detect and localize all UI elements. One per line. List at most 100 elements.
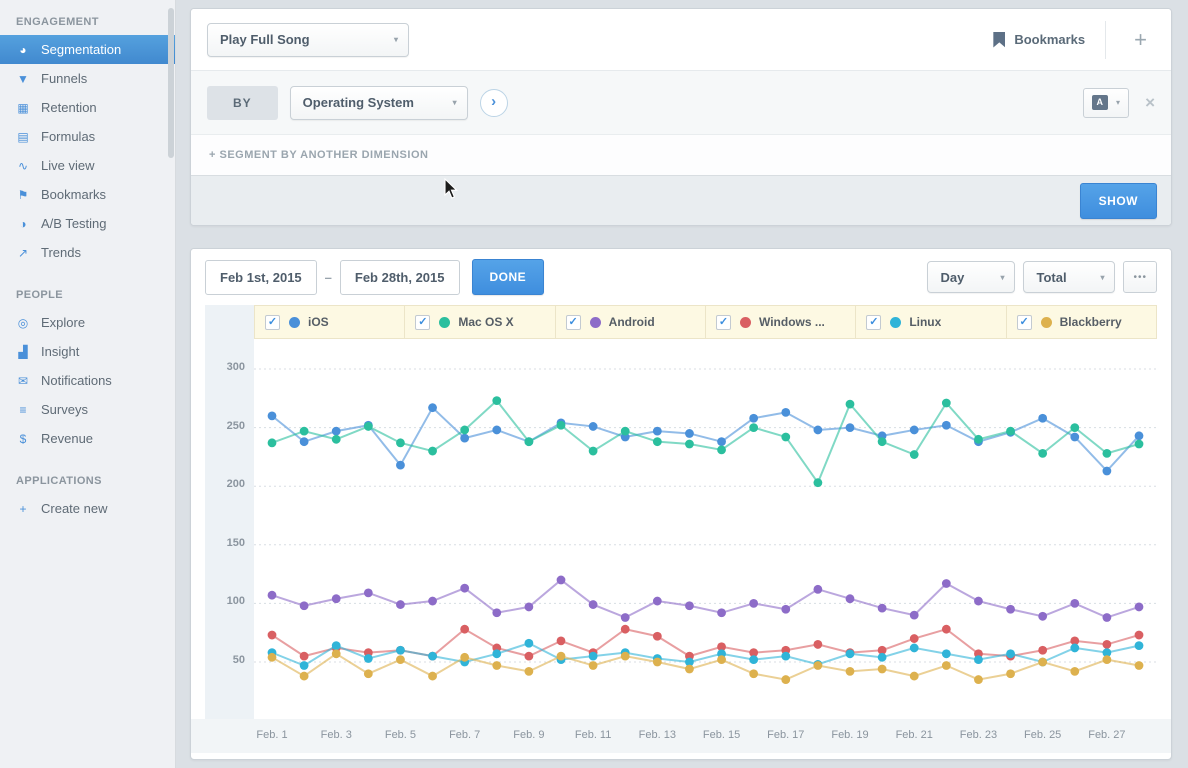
sidebar-item-formulas[interactable]: ▤ Formulas	[0, 122, 175, 151]
x-axis-label: Feb. 23	[960, 729, 997, 741]
y-axis-label: 300	[227, 361, 245, 373]
chevron-down-icon: ▾	[1000, 273, 1004, 282]
x-axis-label: Feb. 1	[256, 729, 287, 741]
sidebar-item-surveys[interactable]: ≡ Surveys	[0, 395, 175, 424]
by-label: BY	[207, 86, 278, 120]
ab-test-icon: ◑	[14, 217, 32, 231]
add-report-button[interactable]: +	[1126, 27, 1155, 53]
series-label: Linux	[909, 315, 941, 329]
dimension-selector-value: Operating System	[303, 95, 414, 110]
chart-legend: ✓ iOS ✓ Mac OS X ✓ Android ✓ Win	[254, 305, 1157, 339]
sidebar-item-trends[interactable]: ↗ Trends	[0, 238, 175, 267]
x-axis-label: Feb. 9	[513, 729, 544, 741]
sidebar-item-notifications[interactable]: ✉ Notifications	[0, 366, 175, 395]
trends-icon: ↗	[14, 246, 32, 260]
x-axis-label: Feb. 11	[575, 729, 612, 741]
legend-item-windows[interactable]: ✓ Windows ...	[705, 306, 855, 338]
legend-checkbox[interactable]: ✓	[415, 315, 430, 330]
legend-checkbox[interactable]: ✓	[716, 315, 731, 330]
chevron-down-icon: ▾	[394, 35, 398, 44]
segment-row: BY Operating System ▾ › A ▾ ×	[191, 71, 1171, 135]
sidebar-item-label: Live view	[41, 158, 94, 173]
x-axis-label: Feb. 25	[1024, 729, 1061, 741]
series-label: Mac OS X	[458, 315, 513, 329]
sidebar-item-revenue[interactable]: $ Revenue	[0, 424, 175, 453]
pie-chart-icon: ◕	[14, 43, 32, 57]
list-icon: ≡	[14, 403, 32, 417]
more-options-button[interactable]: •••	[1123, 261, 1157, 293]
bookmarks-button[interactable]: Bookmarks	[993, 32, 1085, 48]
sidebar-item-insight[interactable]: ▟ Insight	[0, 337, 175, 366]
aggregation-selector-value: Total	[1036, 270, 1066, 285]
chart-panel: Feb 1st, 2015 – Feb 28th, 2015 DONE Day …	[190, 248, 1172, 760]
sidebar-section-people: PEOPLE ◎ Explore ▟ Insight ✉ Notificatio…	[0, 283, 175, 453]
legend-item-ios[interactable]: ✓ iOS	[255, 306, 404, 338]
sidebar-item-label: Revenue	[41, 431, 93, 446]
x-axis: Feb. 1Feb. 3Feb. 5Feb. 7Feb. 9Feb. 11Feb…	[191, 719, 1171, 753]
sidebar-item-ab-testing[interactable]: ◑ A/B Testing	[0, 209, 175, 238]
dimension-selector[interactable]: Operating System ▾	[290, 86, 468, 120]
legend-item-android[interactable]: ✓ Android	[555, 306, 705, 338]
y-axis-label: 100	[227, 595, 245, 607]
y-axis: 50100150200250300	[205, 305, 254, 719]
series-color-dot	[740, 317, 751, 328]
event-selector-value: Play Full Song	[220, 32, 310, 47]
done-button[interactable]: DONE	[472, 259, 545, 295]
sidebar-item-explore[interactable]: ◎ Explore	[0, 308, 175, 337]
sidebar-item-label: Insight	[41, 344, 79, 359]
legend-item-linux[interactable]: ✓ Linux	[855, 306, 1005, 338]
legend-checkbox[interactable]: ✓	[265, 315, 280, 330]
sidebar-item-create-new[interactable]: + Create new	[0, 494, 175, 523]
legend-checkbox[interactable]: ✓	[1017, 315, 1032, 330]
aggregation-selector[interactable]: Total ▾	[1023, 261, 1115, 293]
x-axis-label: Feb. 21	[896, 729, 933, 741]
segment-by-another-dimension-link[interactable]: + SEGMENT BY ANOTHER DIMENSION	[209, 149, 428, 161]
legend-checkbox[interactable]: ✓	[866, 315, 881, 330]
sidebar-item-label: Funnels	[41, 71, 87, 86]
y-axis-label: 150	[227, 537, 245, 549]
sidebar: ENGAGEMENT ◕ Segmentation ▼ Funnels ▦ Re…	[0, 0, 176, 768]
sidebar-item-bookmarks[interactable]: ⚑ Bookmarks	[0, 180, 175, 209]
letter-a-icon: A	[1092, 95, 1109, 110]
sidebar-item-label: Formulas	[41, 129, 95, 144]
chart-plot-area[interactable]	[254, 339, 1157, 719]
chevron-down-icon: ▾	[1116, 98, 1120, 107]
sidebar-scrollbar[interactable]	[168, 8, 174, 158]
sidebar-item-label: Segmentation	[41, 42, 121, 57]
legend-item-blackberry[interactable]: ✓ Blackberry	[1006, 306, 1156, 338]
bookmark-icon	[993, 32, 1005, 48]
interval-selector-value: Day	[940, 270, 964, 285]
remove-segment-button[interactable]: ×	[1145, 93, 1155, 113]
segment-display-selector[interactable]: A ▾	[1083, 88, 1130, 118]
x-axis-label: Feb. 19	[831, 729, 868, 741]
event-selector[interactable]: Play Full Song ▾	[207, 23, 409, 57]
bookmark-icon: ⚑	[14, 188, 32, 202]
interval-selector[interactable]: Day ▾	[927, 261, 1015, 293]
divider	[1105, 21, 1106, 59]
x-axis-label: Feb. 5	[385, 729, 416, 741]
section-title: ENGAGEMENT	[0, 10, 175, 35]
date-from-button[interactable]: Feb 1st, 2015	[205, 260, 317, 295]
x-axis-label: Feb. 13	[639, 729, 676, 741]
sidebar-item-segmentation[interactable]: ◕ Segmentation	[0, 35, 175, 64]
sidebar-item-funnels[interactable]: ▼ Funnels	[0, 64, 175, 93]
y-axis-label: 50	[233, 654, 245, 666]
sidebar-item-label: Trends	[41, 245, 81, 260]
sidebar-item-live-view[interactable]: ∿ Live view	[0, 151, 175, 180]
query-builder-panel: Play Full Song ▾ Bookmarks + BY Operatin…	[190, 8, 1172, 226]
x-axis-label: Feb. 3	[321, 729, 352, 741]
series-label: Android	[609, 315, 655, 329]
sidebar-section-applications: APPLICATIONS + Create new	[0, 469, 175, 523]
x-axis-label: Feb. 15	[703, 729, 740, 741]
legend-item-mac-os-x[interactable]: ✓ Mac OS X	[404, 306, 554, 338]
sidebar-item-retention[interactable]: ▦ Retention	[0, 93, 175, 122]
date-range-dash: –	[325, 270, 332, 285]
apply-dimension-button[interactable]: ›	[480, 89, 508, 117]
x-axis-label: Feb. 27	[1088, 729, 1125, 741]
date-to-button[interactable]: Feb 28th, 2015	[340, 260, 460, 295]
section-title: PEOPLE	[0, 283, 175, 308]
explore-icon: ◎	[14, 316, 32, 330]
show-button[interactable]: SHOW	[1080, 183, 1157, 219]
legend-checkbox[interactable]: ✓	[566, 315, 581, 330]
sidebar-section-engagement: ENGAGEMENT ◕ Segmentation ▼ Funnels ▦ Re…	[0, 10, 175, 267]
